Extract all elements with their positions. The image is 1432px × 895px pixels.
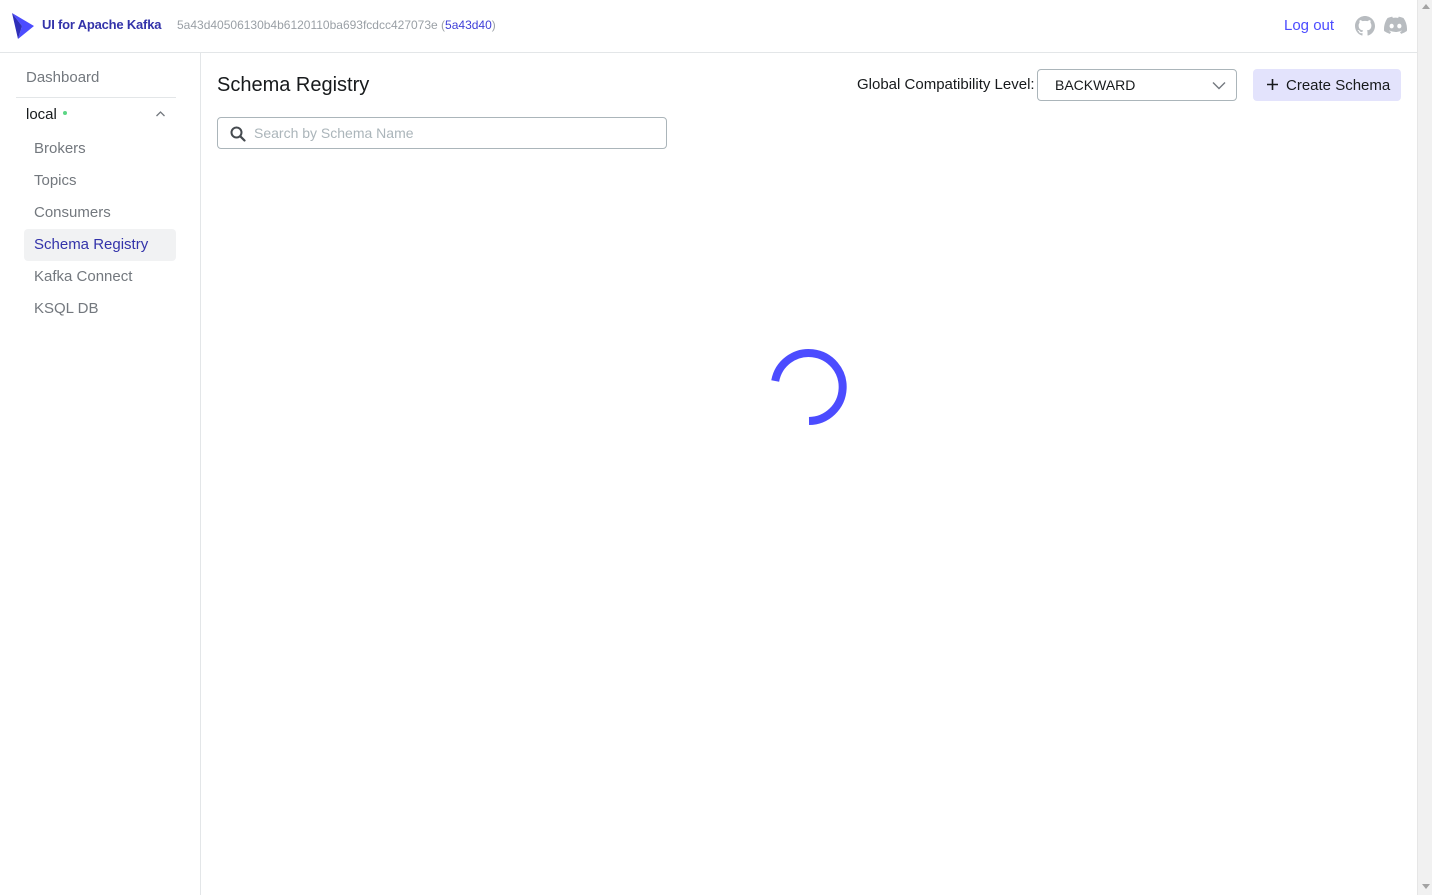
commit-open-paren: ( — [437, 18, 446, 32]
scroll-up-arrow-icon[interactable] — [1422, 4, 1430, 9]
sidebar-divider — [16, 97, 176, 98]
chevron-down-icon — [1212, 82, 1226, 90]
sidebar-item-dashboard[interactable]: Dashboard — [26, 69, 99, 86]
sidebar-item-schema-registry[interactable]: Schema Registry — [24, 229, 176, 261]
compatibility-select[interactable]: BACKWARD — [1037, 69, 1237, 101]
search-box — [217, 117, 667, 149]
sidebar-item-topics[interactable]: Topics — [24, 165, 176, 197]
create-schema-button[interactable]: Create Schema — [1253, 69, 1401, 101]
logout-link[interactable]: Log out — [1284, 17, 1334, 34]
create-schema-label: Create Schema — [1286, 77, 1391, 94]
github-icon[interactable] — [1355, 16, 1375, 36]
sidebar-item-kafka-connect[interactable]: Kafka Connect — [24, 261, 176, 293]
sidebar-item-ksql-db[interactable]: KSQL DB — [24, 293, 176, 325]
top-navbar: UI for Apache Kafka 5a43d40506130b4b6120… — [0, 0, 1417, 53]
discord-icon[interactable] — [1384, 16, 1407, 36]
search-input[interactable] — [254, 119, 659, 147]
compatibility-label: Global Compatibility Level: — [857, 76, 1035, 93]
search-icon — [230, 126, 246, 142]
commit-close-paren: ) — [491, 18, 496, 32]
cluster-status-dot — [62, 111, 67, 116]
version-info: 5a43d40506130b4b6120110ba693fcdcc427073e… — [177, 18, 496, 32]
compatibility-value: BACKWARD — [1055, 77, 1136, 93]
cluster-name: local — [26, 106, 57, 123]
vertical-scrollbar[interactable] — [1417, 0, 1432, 895]
sidebar-item-brokers[interactable]: Brokers — [24, 133, 176, 165]
sidebar: Dashboard local Brokers Topics Consumers… — [0, 53, 201, 895]
commit-short-link[interactable]: 5a43d40 — [445, 18, 492, 32]
sidebar-item-consumers[interactable]: Consumers — [24, 197, 176, 229]
chevron-up-icon[interactable] — [155, 110, 166, 118]
loading-spinner — [771, 349, 847, 425]
scroll-down-arrow-icon[interactable] — [1422, 884, 1430, 889]
brand-name[interactable]: UI for Apache Kafka — [42, 17, 161, 32]
cluster-toggle[interactable]: local — [26, 106, 67, 123]
page-title: Schema Registry — [217, 74, 370, 96]
commit-hash: 5a43d40506130b4b6120110ba693fcdcc427073e — [177, 18, 438, 32]
plus-icon — [1267, 79, 1278, 90]
kafka-logo-icon[interactable] — [10, 11, 36, 41]
